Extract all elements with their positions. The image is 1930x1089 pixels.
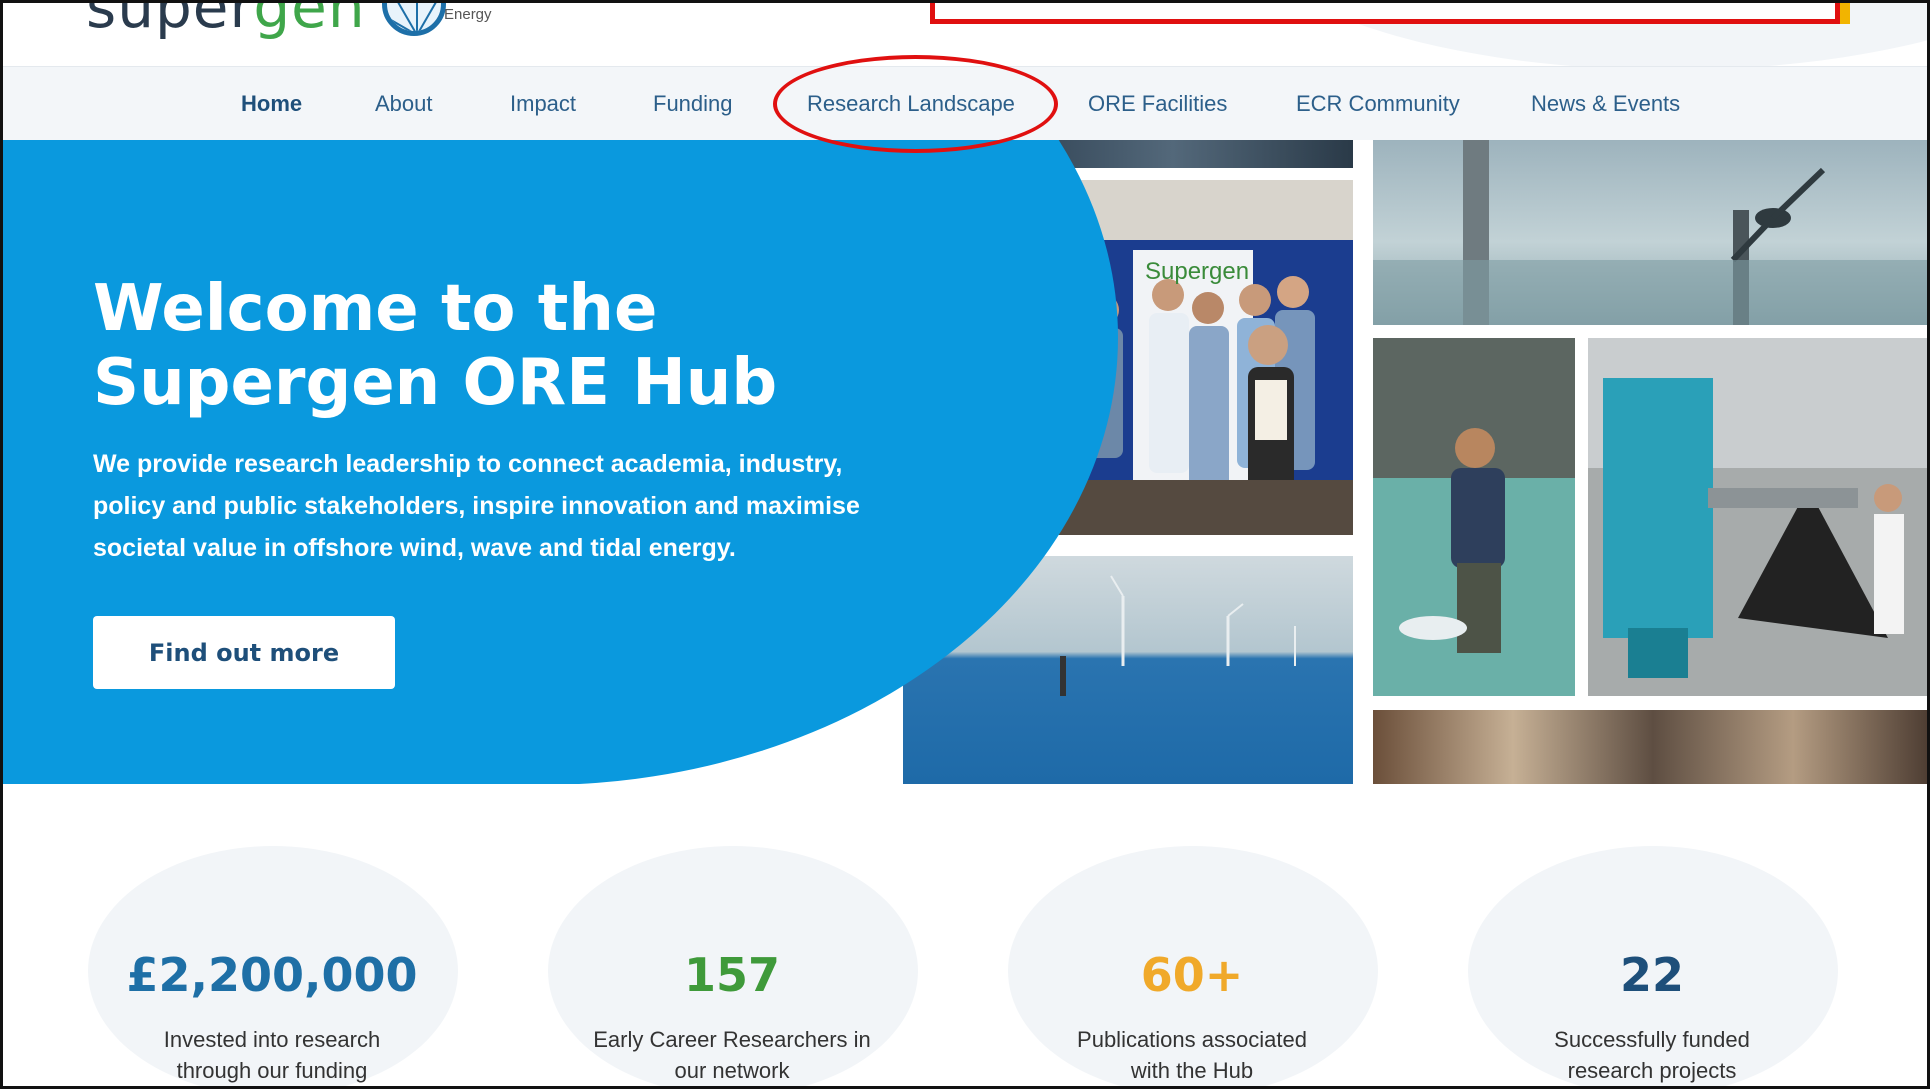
nav-item-home[interactable]: Home xyxy=(241,91,302,117)
photo-stand-sign: Supergen xyxy=(1145,258,1250,285)
logo-word-b: gen xyxy=(253,0,366,41)
stat-label-projects: Successfully funded research projects xyxy=(1554,1027,1750,1083)
stat-value-projects: 22 xyxy=(1619,948,1684,1002)
site-header: supergen Energy xyxy=(0,0,1930,66)
wave-tank-illustration xyxy=(1373,338,1575,696)
photo-tidal-turbine-tank xyxy=(1373,140,1927,325)
photo-researcher-in-wave-tank xyxy=(1373,338,1575,696)
photo-event-crowd xyxy=(1373,710,1927,784)
stat-value-publications: 60+ xyxy=(1140,948,1244,1002)
tidal-turbine-illustration xyxy=(1373,140,1927,325)
nav-item-research-landscape[interactable]: Research Landscape xyxy=(807,91,1015,117)
stat-value-ecr: 157 xyxy=(683,948,781,1002)
nav-item-ore-facilities[interactable]: ORE Facilities xyxy=(1088,91,1227,117)
header-accent-tab xyxy=(1840,0,1850,24)
turbine-lab-illustration xyxy=(1588,338,1927,696)
logo-wordmark: supergen xyxy=(86,0,366,36)
annotation-rectangle xyxy=(930,0,1840,24)
nav-item-impact[interactable]: Impact xyxy=(510,91,576,117)
hero-section: Supergen Welcome to the Supergen ORE Hub… xyxy=(3,140,1927,784)
stat-label-ecr: Early Career Researchers in our network xyxy=(593,1027,871,1083)
stat-label-funding: Invested into research through our fundi… xyxy=(163,1027,381,1083)
hero-title: Welcome to the Supergen ORE Hub xyxy=(93,272,778,420)
nav-item-about[interactable]: About xyxy=(375,91,433,117)
logo-word-a: super xyxy=(86,0,254,41)
supergen-logo-mark-icon xyxy=(381,0,446,36)
site-logo[interactable]: supergen xyxy=(86,0,446,36)
main-navigation: Home About Impact Funding Research Lands… xyxy=(3,66,1927,140)
stat-label-publications: Publications associated with the Hub xyxy=(1077,1027,1307,1083)
hero-description: We provide research leadership to connec… xyxy=(93,450,860,562)
nav-item-news-events[interactable]: News & Events xyxy=(1531,91,1680,117)
logo-subtitle: Energy xyxy=(444,6,492,23)
find-out-more-button[interactable]: Find out more xyxy=(93,616,395,689)
photo-turbine-lab xyxy=(1588,338,1927,696)
nav-item-funding[interactable]: Funding xyxy=(653,91,733,117)
stat-value-funding: £2,200,000 xyxy=(126,948,418,1002)
nav-item-ecr-community[interactable]: ECR Community xyxy=(1296,91,1460,117)
